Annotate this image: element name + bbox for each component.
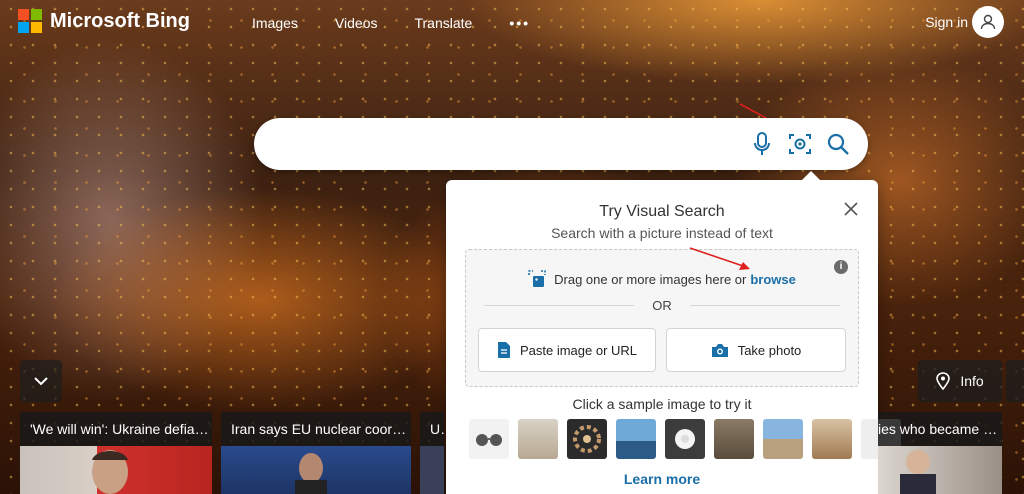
nav-translate[interactable]: Translate [414,15,472,31]
visual-search-icon[interactable] [787,131,813,157]
news-card[interactable]: ies who became m… [878,412,1002,494]
camera-icon [711,343,729,358]
image-drop-zone[interactable]: i Drag one or more images here or browse… [465,249,859,387]
sample-image-city[interactable] [763,419,803,459]
panel-subtitle: Search with a picture instead of text [551,225,773,241]
news-card[interactable]: Uk [420,412,444,494]
chevron-down-icon [34,377,48,386]
annotation-arrow-2-icon [689,247,750,270]
sample-image-cupcakes[interactable] [567,419,607,459]
nav-videos[interactable]: Videos [335,15,378,31]
browse-link[interactable]: browse [750,272,796,287]
sample-image-flower[interactable] [665,419,705,459]
header: Microsoft Bing Images Videos Translate •… [0,0,1024,46]
microsoft-logo-icon [18,9,42,33]
bing-logo[interactable]: Microsoft Bing [18,9,190,33]
news-card[interactable]: Iran says EU nuclear coordi… [221,412,411,494]
take-photo-button[interactable]: Take photo [666,328,846,372]
search-icon[interactable] [825,131,851,157]
nav-more-button[interactable]: ••• [509,15,530,31]
document-icon [497,341,511,359]
logo-text: Microsoft Bing [50,9,190,32]
paste-image-button[interactable]: Paste image or URL [478,328,656,372]
sample-image-room[interactable] [518,419,558,459]
next-edge-button[interactable] [1006,360,1024,402]
drag-text: Drag one or more images here or [554,271,747,287]
close-icon[interactable] [842,200,860,218]
nav-images[interactable]: Images [252,15,298,31]
sample-image-opera-house[interactable] [616,419,656,459]
avatar[interactable] [972,6,1004,38]
news-card[interactable]: 'We will win': Ukraine defia… [20,412,212,494]
sample-images-title: Click a sample image to try it [572,396,752,412]
user-icon [980,14,996,30]
sign-in-link[interactable]: Sign in [925,14,968,30]
sample-image-dog[interactable] [714,419,754,459]
info-button[interactable]: Info [918,360,1002,402]
learn-more-link[interactable]: Learn more [446,471,878,487]
panel-title: Try Visual Search [599,203,725,220]
or-divider: OR [484,298,840,313]
collapse-button[interactable] [20,360,62,402]
visual-search-panel: Try Visual Search Search with a picture … [446,171,901,494]
search-bar [254,118,868,170]
top-nav: Images Videos Translate ••• [252,15,567,31]
sample-images [469,419,910,459]
search-input[interactable] [276,132,740,158]
microphone-icon[interactable] [749,131,775,157]
sample-image-sunglasses[interactable] [469,419,509,459]
sample-image-puppies[interactable] [812,419,852,459]
drag-image-icon [528,270,546,287]
location-pin-icon [936,372,951,390]
